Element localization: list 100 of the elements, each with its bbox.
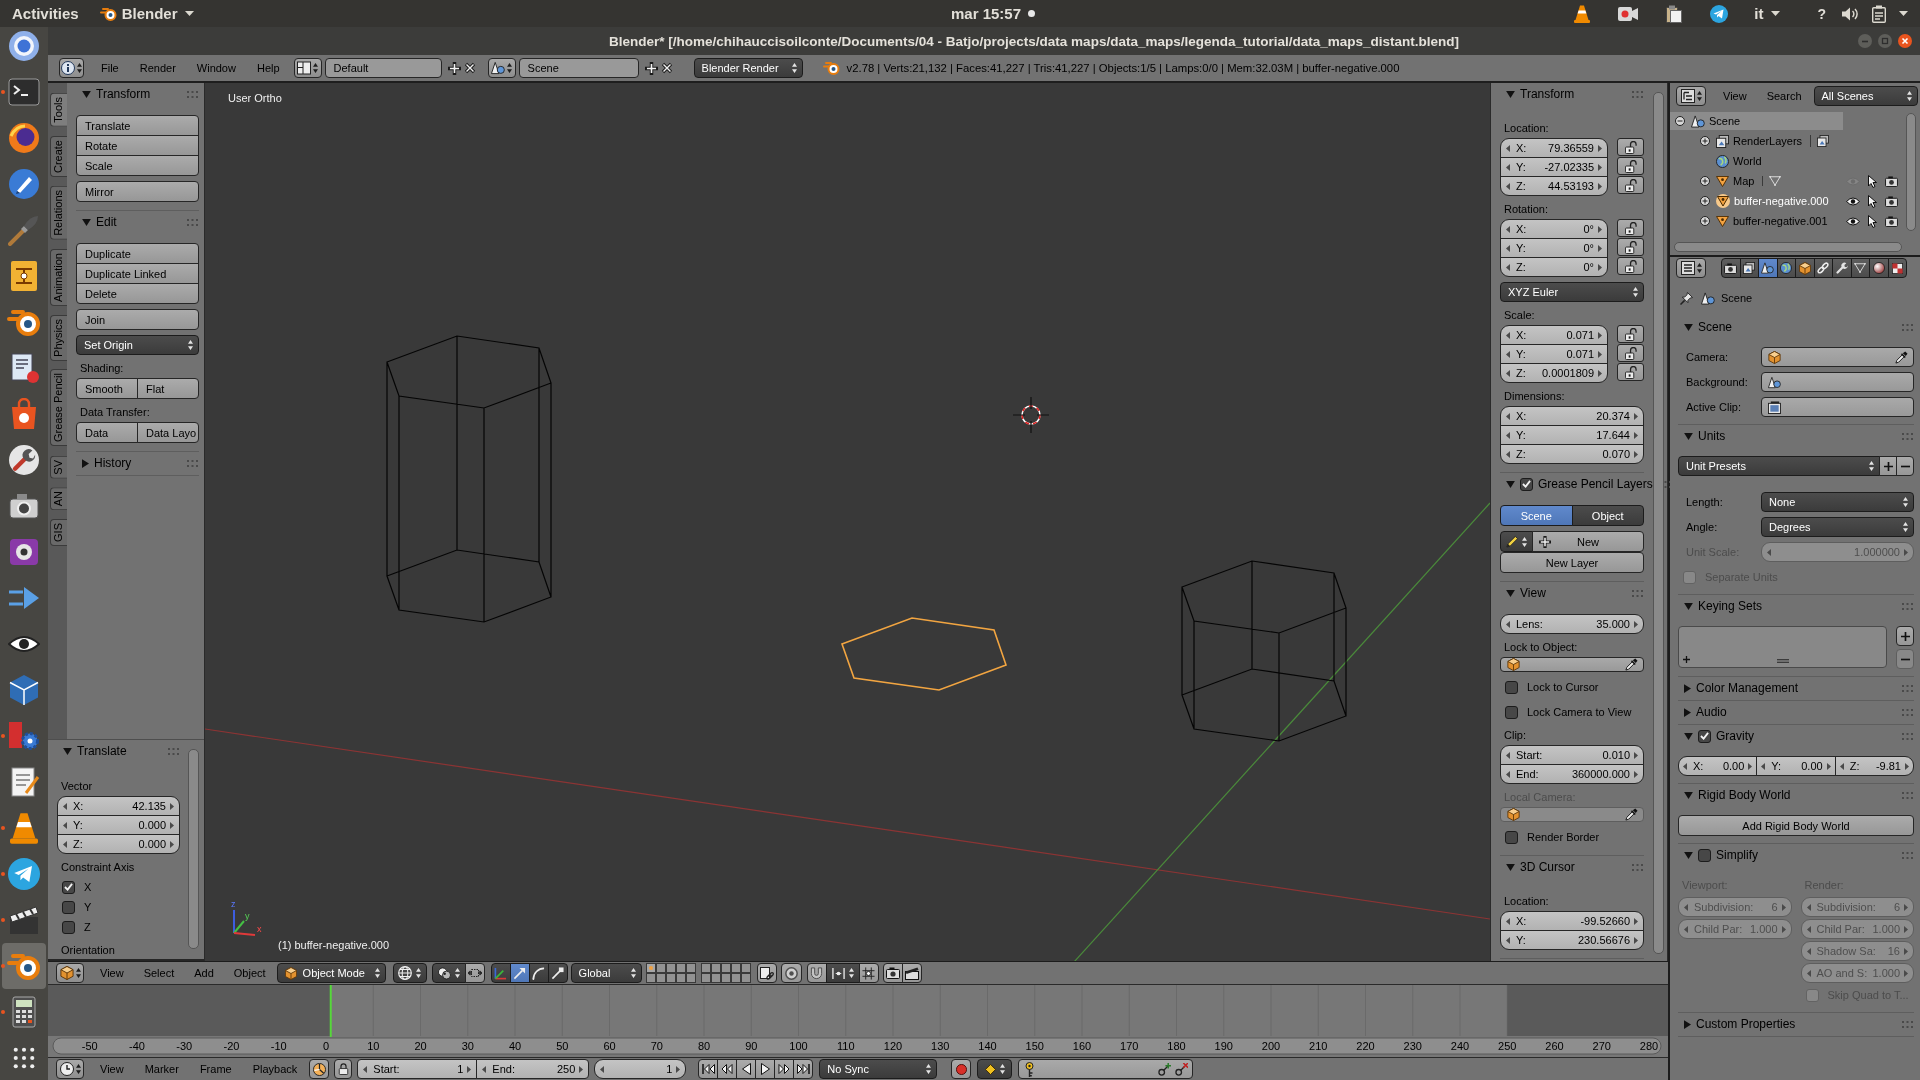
layer-toggle[interactable] bbox=[741, 962, 752, 973]
panel-title[interactable]: Transform bbox=[96, 87, 180, 101]
number-field[interactable]: Z: -9.81 bbox=[1834, 756, 1914, 776]
panel-title[interactable]: Rigid Body World bbox=[1698, 788, 1895, 802]
dropdown-menu[interactable]: None bbox=[1761, 492, 1914, 512]
x-icon[interactable] bbox=[463, 62, 476, 74]
render-still-button[interactable] bbox=[882, 963, 903, 983]
manipulator-toggle[interactable] bbox=[509, 963, 530, 983]
drag-handle-icon[interactable] bbox=[1902, 602, 1913, 610]
number-field[interactable]: Z: 44.53193 bbox=[1500, 176, 1608, 196]
context-tab[interactable] bbox=[1776, 258, 1796, 278]
camera-icon[interactable] bbox=[1885, 175, 1898, 187]
layer-toggle[interactable] bbox=[701, 972, 712, 983]
tool-button[interactable]: Duplicate Linked bbox=[76, 263, 199, 284]
video-camera-icon[interactable] bbox=[1618, 6, 1639, 21]
tree-item-label[interactable]: buffer-negative.000 bbox=[1734, 195, 1829, 207]
clipboard-icon[interactable] bbox=[1666, 4, 1683, 23]
collapse-triangle-icon[interactable] bbox=[1684, 732, 1693, 740]
layer-toggle[interactable] bbox=[711, 972, 722, 983]
context-tab[interactable] bbox=[1869, 258, 1889, 278]
number-field[interactable]: Y: 17.644 bbox=[1500, 425, 1644, 445]
layer-toggle[interactable] bbox=[711, 962, 722, 973]
panel-title[interactable]: Audio bbox=[1696, 705, 1895, 719]
frame-ruler[interactable] bbox=[52, 1037, 1662, 1055]
lock-toggle[interactable] bbox=[1617, 238, 1644, 256]
expand-triangle-icon[interactable] bbox=[1684, 1019, 1691, 1029]
pin-icon[interactable] bbox=[1680, 291, 1693, 305]
collapse-triangle-icon[interactable] bbox=[1684, 791, 1693, 799]
expand-triangle-icon[interactable] bbox=[1684, 683, 1691, 693]
shading-dropdown[interactable] bbox=[392, 963, 427, 983]
context-tab[interactable] bbox=[1758, 258, 1778, 278]
menu-item[interactable]: View bbox=[100, 963, 124, 983]
x-icon[interactable] bbox=[660, 62, 673, 74]
collapse-triangle-icon[interactable] bbox=[82, 90, 91, 98]
checkbox-label[interactable]: Render Border bbox=[1527, 831, 1600, 843]
number-field[interactable]: Subdivision: 6 bbox=[1800, 897, 1914, 917]
image-stack-icon[interactable] bbox=[1716, 134, 1729, 148]
pencil-dropdown[interactable] bbox=[1500, 531, 1533, 552]
tree-item-label[interactable]: RenderLayers bbox=[1733, 135, 1803, 147]
drag-handle-icon[interactable] bbox=[168, 747, 179, 755]
layer-toggle[interactable] bbox=[731, 972, 742, 983]
presets-dropdown[interactable]: Unit Presets bbox=[1678, 456, 1880, 476]
list-box[interactable] bbox=[1678, 626, 1887, 668]
display-mode-dropdown[interactable]: All Scenes bbox=[1813, 86, 1918, 106]
toggle-button[interactable]: Scene bbox=[1500, 505, 1573, 526]
tool-button[interactable]: Data bbox=[76, 422, 138, 443]
tool-button[interactable]: Join bbox=[76, 309, 199, 330]
preview-range-button[interactable] bbox=[309, 1059, 330, 1079]
data-field[interactable] bbox=[1761, 372, 1914, 392]
layer-toggle[interactable] bbox=[656, 972, 667, 983]
layer-toggle[interactable] bbox=[686, 972, 697, 983]
number-field[interactable]: X: -99.52660 bbox=[1500, 911, 1644, 931]
panel-title[interactable]: Transform bbox=[1520, 87, 1625, 101]
pointer-icon[interactable] bbox=[1868, 214, 1877, 228]
collapse-icon[interactable] bbox=[1675, 116, 1685, 126]
checkbox[interactable] bbox=[1505, 705, 1518, 719]
number-field[interactable]: X: 42.135 bbox=[57, 796, 180, 816]
collapse-triangle-icon[interactable] bbox=[1684, 323, 1693, 331]
expand-icon[interactable] bbox=[1700, 176, 1710, 186]
triangle-icon[interactable] bbox=[1716, 194, 1730, 208]
layer-toggle[interactable] bbox=[701, 962, 712, 973]
expand-icon[interactable] bbox=[1700, 216, 1710, 226]
collapse-triangle-icon[interactable] bbox=[1506, 90, 1515, 98]
tree-item-label[interactable]: World bbox=[1733, 155, 1762, 167]
tab[interactable]: Create bbox=[50, 135, 67, 177]
push-button[interactable]: New Layer bbox=[1500, 552, 1644, 573]
number-field[interactable]: Lens: 35.000 bbox=[1500, 614, 1644, 634]
number-field[interactable]: End: 360000.000 bbox=[1500, 764, 1644, 784]
layer-toggle[interactable] bbox=[666, 972, 677, 983]
collapse-triangle-icon[interactable] bbox=[1684, 432, 1693, 440]
tool-button[interactable]: Duplicate bbox=[76, 243, 199, 264]
panel-title[interactable]: Keying Sets bbox=[1698, 599, 1895, 613]
triangle-outline-icon[interactable] bbox=[1769, 176, 1782, 186]
checkbox[interactable] bbox=[1520, 477, 1533, 491]
render-engine-dropdown[interactable]: Blender Render bbox=[693, 58, 803, 78]
cone-sphere-icon[interactable] bbox=[1691, 114, 1705, 128]
menu-item[interactable]: Search bbox=[1766, 86, 1802, 106]
tab[interactable]: Animation bbox=[50, 248, 67, 306]
panel-title[interactable]: 3D Cursor bbox=[1520, 860, 1625, 874]
layer-toggle[interactable] bbox=[686, 962, 697, 973]
remove-preset-button[interactable] bbox=[1896, 456, 1914, 476]
plus-icon[interactable] bbox=[447, 61, 461, 75]
layer-toggle[interactable] bbox=[666, 962, 677, 973]
drag-handle-icon[interactable] bbox=[187, 218, 198, 226]
context-tab[interactable] bbox=[1795, 258, 1815, 278]
plus-icon[interactable] bbox=[644, 61, 658, 75]
tool-button[interactable]: Rotate bbox=[76, 135, 199, 156]
playback-button[interactable] bbox=[774, 1059, 795, 1079]
context-tab[interactable] bbox=[1850, 258, 1870, 278]
orientation-dropdown[interactable]: Global bbox=[570, 963, 642, 983]
layer-toggle[interactable] bbox=[721, 962, 732, 973]
collapse-triangle-icon[interactable] bbox=[82, 218, 91, 226]
layer-toggle[interactable] bbox=[676, 962, 687, 973]
tab[interactable]: Relations bbox=[50, 185, 67, 240]
number-field[interactable]: Z: 0° bbox=[1500, 257, 1608, 277]
key-cross-icon[interactable] bbox=[1175, 1062, 1189, 1076]
panel-title[interactable]: Color Management bbox=[1696, 681, 1895, 695]
menu-item[interactable]: View bbox=[100, 1059, 124, 1079]
camera-icon[interactable] bbox=[1885, 195, 1898, 207]
layer-toggle[interactable] bbox=[656, 962, 667, 973]
